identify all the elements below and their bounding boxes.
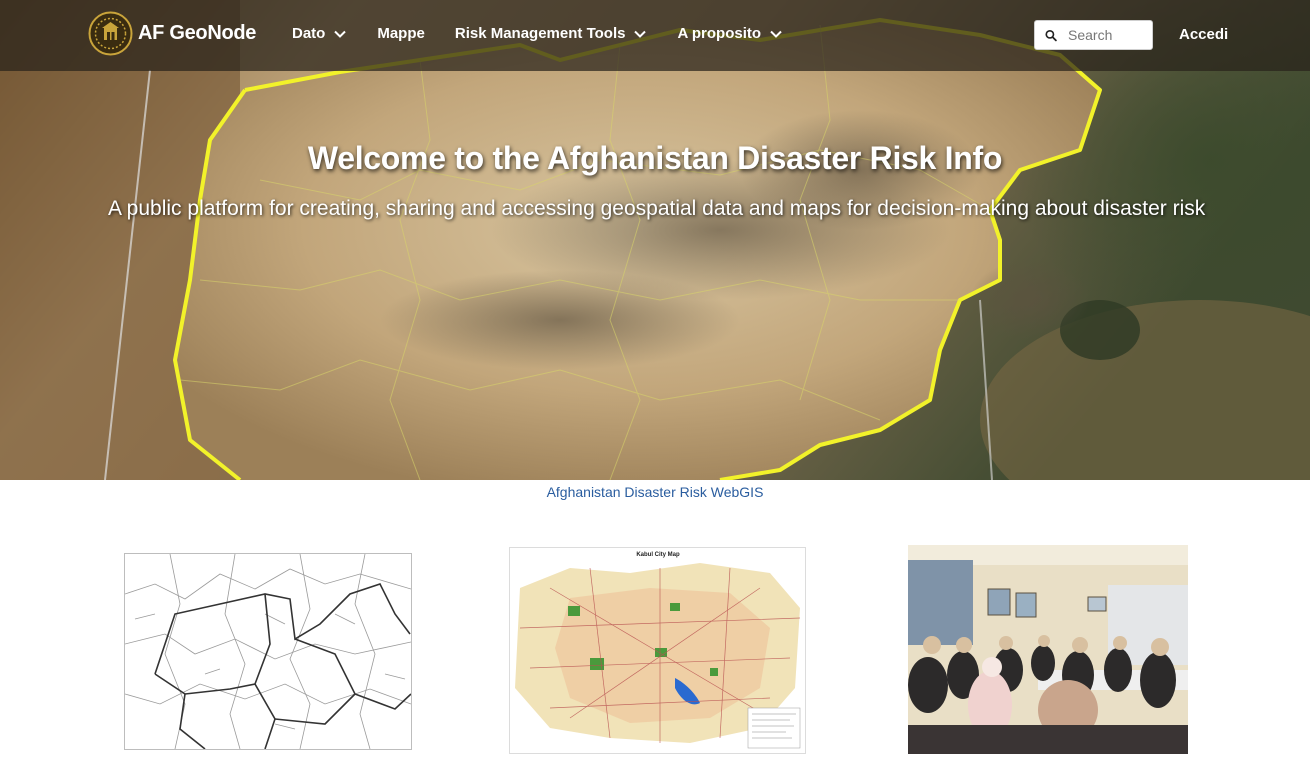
kabul-city-map-thumbnail[interactable]: Kabul City Map <box>509 547 806 754</box>
nav-item-label: Dato <box>292 25 326 42</box>
brand[interactable]: AF GeoNode <box>88 11 256 56</box>
brand-name[interactable]: AF GeoNode <box>138 22 256 45</box>
hero-subtitle: A public platform for creating, sharing … <box>108 197 1206 220</box>
kabul-city-map-image: Kabul City Map <box>510 548 805 753</box>
kabul-map-title: Kabul City Map <box>636 552 680 558</box>
afghanistan-emblem-icon <box>88 11 133 56</box>
nav-item-label: Risk Management Tools <box>454 25 626 42</box>
nav-item-label: Mappe <box>377 25 425 42</box>
chevron-down-icon <box>770 30 782 38</box>
chevron-down-icon <box>334 30 347 38</box>
login-link[interactable]: Accedi <box>1179 26 1228 43</box>
chevron-down-icon <box>634 30 647 38</box>
hero-satellite-background <box>0 0 1310 480</box>
thumbnail-cards: Kabul City Map <box>0 545 1310 772</box>
webgis-link[interactable]: Afghanistan Disaster Risk WebGIS <box>0 484 1310 500</box>
search-box[interactable] <box>1034 20 1153 50</box>
meeting-photo-image <box>908 545 1188 754</box>
nav-item-dato[interactable]: Dato <box>292 25 347 42</box>
nav-item-mappe[interactable]: Mappe <box>377 25 425 42</box>
admin-boundaries-map-thumbnail[interactable] <box>124 553 412 750</box>
hero-banner: AF GeoNode Dato Mappe Risk Management To… <box>0 0 1310 480</box>
search-input[interactable] <box>1068 27 1152 43</box>
boundaries-map-image <box>125 554 411 749</box>
nav-item-a-proposito[interactable]: A proposito <box>677 25 783 42</box>
search-icon[interactable] <box>1045 28 1057 43</box>
nav-item-label: A proposito <box>677 25 762 42</box>
main-nav: Dato Mappe Risk Management Tools A propo… <box>292 25 813 42</box>
meeting-photo-thumbnail[interactable] <box>908 545 1188 754</box>
hero-title: Welcome to the Afghanistan Disaster Risk… <box>307 140 1003 176</box>
nav-item-risk-management-tools[interactable]: Risk Management Tools <box>455 25 648 42</box>
